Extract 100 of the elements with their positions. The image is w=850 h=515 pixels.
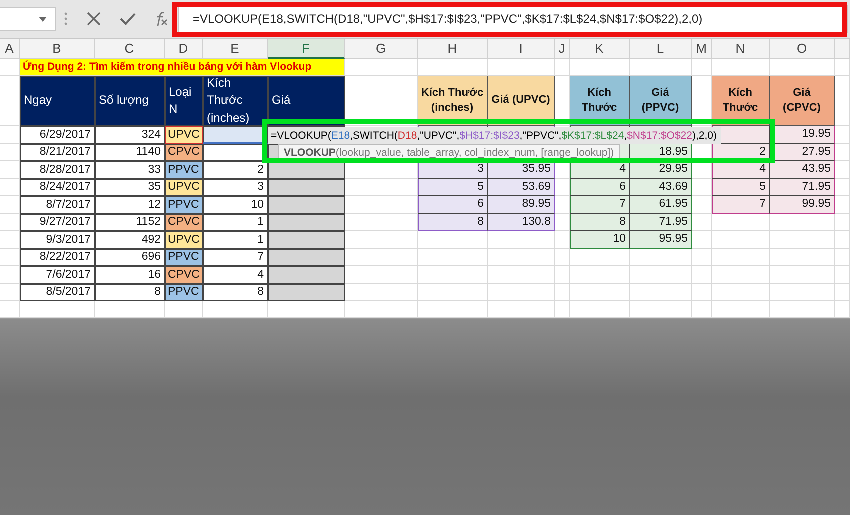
empty-cell[interactable] bbox=[835, 284, 850, 301]
empty-cell[interactable] bbox=[418, 231, 488, 248]
empty-cell[interactable] bbox=[488, 59, 555, 76]
empty-cell[interactable] bbox=[555, 231, 570, 248]
size-cell: 6 bbox=[570, 178, 630, 196]
empty-cell[interactable] bbox=[570, 59, 630, 76]
type-cell: PPVC bbox=[165, 161, 203, 178]
empty-cell[interactable] bbox=[555, 248, 570, 266]
column-header[interactable]: E bbox=[203, 39, 268, 59]
empty-cell[interactable] bbox=[712, 59, 770, 76]
empty-cell[interactable] bbox=[488, 284, 555, 301]
empty-cell[interactable] bbox=[0, 248, 20, 266]
size-cell: 7 bbox=[570, 196, 630, 214]
quantity-cell: 16 bbox=[95, 266, 165, 284]
empty-cell[interactable] bbox=[0, 196, 20, 214]
input-cell[interactable] bbox=[203, 144, 268, 161]
empty-cell[interactable] bbox=[835, 178, 850, 196]
empty-cell[interactable] bbox=[712, 284, 770, 301]
column-header[interactable]: A bbox=[0, 39, 20, 59]
empty-cell[interactable] bbox=[835, 196, 850, 214]
cell-editor[interactable]: =VLOOKUP(E18,SWITCH(D18,"UPVC",$H$17:$I$23,"PPVC",$K$17:$L$24,$N$17:$O$22),2,0) bbox=[268, 127, 721, 144]
function-icon[interactable] bbox=[154, 11, 168, 27]
name-box[interactable] bbox=[0, 7, 56, 31]
column-header[interactable]: C bbox=[95, 39, 165, 59]
empty-cell[interactable] bbox=[630, 248, 692, 266]
empty-cell[interactable] bbox=[770, 284, 835, 301]
column-header[interactable]: O bbox=[770, 39, 835, 59]
empty-cell[interactable] bbox=[0, 178, 20, 196]
quantity-cell: 492 bbox=[95, 231, 165, 248]
empty-cell[interactable] bbox=[712, 248, 770, 266]
column-header[interactable]: I bbox=[488, 39, 555, 59]
empty-cell[interactable] bbox=[0, 284, 20, 301]
empty-cell[interactable] bbox=[835, 266, 850, 284]
empty-cell[interactable] bbox=[0, 161, 20, 178]
empty-cell[interactable] bbox=[555, 178, 570, 196]
price-cell: 43.69 bbox=[630, 178, 692, 196]
empty-cell[interactable] bbox=[488, 231, 555, 248]
size-cell: 3 bbox=[203, 178, 268, 196]
empty-cell[interactable] bbox=[555, 76, 570, 126]
check-icon[interactable] bbox=[120, 11, 136, 27]
empty-cell[interactable] bbox=[0, 266, 20, 284]
empty-cell[interactable] bbox=[630, 266, 692, 284]
empty-cell[interactable] bbox=[418, 266, 488, 284]
empty-cell[interactable] bbox=[555, 161, 570, 178]
empty-cell[interactable] bbox=[488, 248, 555, 266]
empty-cell[interactable] bbox=[770, 266, 835, 284]
empty-cell[interactable] bbox=[692, 248, 712, 266]
empty-cell[interactable] bbox=[712, 231, 770, 248]
empty-cell[interactable] bbox=[835, 248, 850, 266]
column-header[interactable]: H bbox=[418, 39, 488, 59]
empty-cell[interactable] bbox=[770, 214, 835, 231]
column-header[interactable]: G bbox=[345, 39, 418, 59]
empty-cell[interactable] bbox=[692, 284, 712, 301]
close-icon[interactable] bbox=[86, 11, 102, 27]
empty-cell[interactable] bbox=[0, 126, 20, 144]
empty-cell[interactable] bbox=[630, 284, 692, 301]
empty-cell[interactable] bbox=[418, 248, 488, 266]
column-header[interactable]: N bbox=[712, 39, 770, 59]
empty-cell[interactable] bbox=[835, 76, 850, 126]
empty-cell[interactable] bbox=[555, 214, 570, 231]
empty-cell[interactable] bbox=[0, 214, 20, 231]
column-header[interactable]: F bbox=[268, 39, 345, 59]
empty-cell[interactable] bbox=[418, 59, 488, 76]
quantity-cell: 8 bbox=[95, 284, 165, 301]
column-header[interactable]: L bbox=[630, 39, 692, 59]
empty-cell[interactable] bbox=[712, 214, 770, 231]
empty-cell[interactable] bbox=[570, 284, 630, 301]
type-cell: PPVC bbox=[165, 284, 203, 301]
empty-cell[interactable] bbox=[712, 266, 770, 284]
empty-cell[interactable] bbox=[570, 266, 630, 284]
empty-cell[interactable] bbox=[770, 59, 835, 76]
empty-cell[interactable] bbox=[0, 76, 20, 126]
empty-cell[interactable] bbox=[770, 231, 835, 248]
column-header[interactable]: J bbox=[555, 39, 570, 59]
column-header[interactable]: B bbox=[20, 39, 95, 59]
empty-cell[interactable] bbox=[0, 231, 20, 248]
empty-cell[interactable] bbox=[835, 126, 850, 144]
empty-cell[interactable] bbox=[770, 248, 835, 266]
empty-cell[interactable] bbox=[555, 266, 570, 284]
empty-cell[interactable] bbox=[555, 196, 570, 214]
input-cell[interactable] bbox=[203, 126, 268, 144]
empty-cell[interactable] bbox=[835, 161, 850, 178]
column-header[interactable]: K bbox=[570, 39, 630, 59]
empty-cell[interactable] bbox=[488, 266, 555, 284]
empty-cell[interactable] bbox=[835, 214, 850, 231]
empty-cell[interactable] bbox=[692, 59, 712, 76]
size-cell: 8 bbox=[418, 214, 488, 231]
column-header[interactable]: M bbox=[692, 39, 712, 59]
empty-cell[interactable] bbox=[692, 76, 712, 126]
type-cell: CPVC bbox=[165, 144, 203, 161]
empty-cell[interactable] bbox=[835, 144, 850, 161]
empty-cell[interactable] bbox=[692, 266, 712, 284]
empty-cell[interactable] bbox=[630, 59, 692, 76]
empty-cell[interactable] bbox=[555, 284, 570, 301]
size-cell: 10 bbox=[203, 196, 268, 214]
empty-cell[interactable] bbox=[835, 231, 850, 248]
empty-cell[interactable] bbox=[570, 248, 630, 266]
empty-cell[interactable] bbox=[418, 284, 488, 301]
empty-cell[interactable] bbox=[0, 144, 20, 161]
column-header[interactable]: D bbox=[165, 39, 203, 59]
